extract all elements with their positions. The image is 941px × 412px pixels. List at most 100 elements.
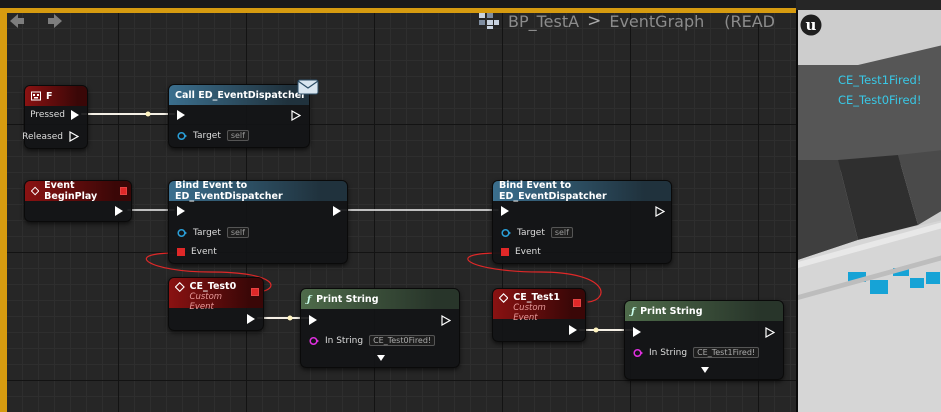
bind2-event-pin[interactable]: Event: [501, 247, 541, 257]
event-diamond-icon: [175, 282, 185, 292]
exec-out-ce1-icon[interactable]: [569, 325, 577, 335]
delegate-pin-icon[interactable]: [501, 248, 509, 256]
begin-play-title: Event BeginPlay: [44, 180, 98, 202]
released-pin[interactable]: Released: [22, 131, 79, 142]
begin-play-node[interactable]: Event BeginPlay: [24, 180, 132, 222]
pressed-label: Pressed: [30, 110, 65, 120]
print-string-2-title: Print String: [640, 305, 703, 317]
in-string-value[interactable]: CE_Test1Fired!: [693, 347, 760, 358]
bind-event-2-header: Bind Event to ED_EventDispatcher: [493, 180, 671, 202]
ce-test1-node[interactable]: CE_Test1 Custom Event: [492, 288, 586, 342]
exec-out-call-icon[interactable]: [291, 110, 301, 121]
key-f-header: F: [25, 86, 87, 106]
arrow-right-icon[interactable]: [46, 12, 64, 30]
ce-test0-subtitle: Custom Event: [189, 292, 223, 312]
graph-top-strip: [0, 0, 796, 8]
exec-out-print2-icon[interactable]: [765, 327, 775, 338]
breadcrumb-blueprint[interactable]: BP_TestA: [508, 12, 579, 31]
breadcrumb-graph[interactable]: EventGraph: [609, 12, 704, 31]
exec-in-bind2-icon[interactable]: [501, 206, 509, 216]
exec-in-bind1-icon[interactable]: [177, 206, 185, 216]
delegate-pin-icon[interactable]: [120, 187, 127, 195]
delegate-pin-icon[interactable]: [177, 248, 185, 256]
event-graph-canvas[interactable]: BP_TestA > EventGraph (READ F Pressed Re…: [0, 0, 796, 412]
exec-out-print1-icon[interactable]: [441, 315, 451, 326]
event-label: Event: [515, 247, 541, 257]
read-only-frame-left: [0, 8, 7, 412]
self-value: self: [226, 227, 249, 238]
print-string-1-title: Print String: [316, 293, 379, 305]
exec-out-released-icon[interactable]: [69, 131, 79, 142]
blueprint-grid-icon: [479, 13, 499, 29]
print-string-node-1[interactable]: ƒ Print String In String CE_Test0Fired!: [300, 288, 460, 368]
exec-in-print1-icon[interactable]: [309, 315, 317, 325]
call-target-pin[interactable]: Target self: [177, 130, 249, 141]
print-string-2-header: ƒ Print String: [625, 301, 783, 321]
unreal-logo-icon: u: [800, 14, 822, 36]
keyboard-icon: [31, 91, 41, 101]
exec-out-bind2-icon[interactable]: [655, 206, 665, 217]
breadcrumb-separator: >: [587, 11, 602, 31]
breadcrumb: BP_TestA > EventGraph (READ: [478, 10, 775, 32]
bind-event-node-1[interactable]: Bind Event to ED_EventDispatcher Target …: [168, 180, 348, 264]
print2-instring-pin[interactable]: In String CE_Test1Fired!: [633, 347, 760, 358]
bind-event-1-title: Bind Event to ED_EventDispatcher: [175, 180, 283, 202]
target-label: Target: [193, 130, 221, 141]
string-pin-icon[interactable]: [633, 348, 643, 358]
bind-event-2-title: Bind Event to ED_EventDispatcher: [499, 180, 607, 202]
call-dispatcher-title: Call ED_EventDispatcher: [175, 89, 306, 101]
print1-instring-pin[interactable]: In String CE_Test0Fired!: [309, 335, 436, 346]
envelope-icon: [297, 79, 319, 95]
delegate-pin-icon[interactable]: [251, 288, 259, 296]
exec-out-bind1-icon[interactable]: [333, 206, 341, 216]
in-string-label: In String: [325, 335, 364, 346]
ce-test0-title: CE_Test0: [189, 281, 237, 292]
delegate-pin-icon[interactable]: [573, 299, 581, 307]
chevron-down-icon[interactable]: [377, 355, 385, 361]
released-label: Released: [22, 131, 63, 142]
exec-in-call-icon[interactable]: [177, 110, 185, 120]
in-string-label: In String: [649, 347, 688, 358]
ce-test1-subtitle: Custom Event: [513, 303, 546, 323]
key-f-node[interactable]: F Pressed Released: [22, 85, 88, 149]
self-value: self: [550, 227, 573, 238]
exec-out-ce0-icon[interactable]: [247, 314, 255, 324]
bind1-event-pin[interactable]: Event: [177, 247, 217, 257]
object-pin-icon[interactable]: [177, 131, 187, 141]
exec-in-print2-icon[interactable]: [633, 327, 641, 337]
event-label: Event: [191, 247, 217, 257]
log-message-1: CE_Test1Fired!: [838, 73, 922, 87]
ce-test0-node[interactable]: CE_Test0 Custom Event: [168, 277, 264, 331]
bind-event-node-2[interactable]: Bind Event to ED_EventDispatcher Target …: [492, 180, 672, 264]
key-f-title: F: [46, 90, 53, 102]
print-string-1-header: ƒ Print String: [301, 289, 459, 309]
exec-out-pressed-icon[interactable]: [71, 110, 79, 120]
self-value: self: [226, 130, 249, 141]
read-only-label: (READ: [724, 11, 775, 31]
viewport-scene: [798, 10, 941, 412]
event-diamond-icon: [499, 293, 509, 303]
svg-text:u: u: [806, 16, 817, 34]
event-diamond-icon: [31, 186, 40, 196]
call-dispatcher-node[interactable]: Call ED_EventDispatcher Target self: [168, 79, 319, 148]
call-dispatcher-header: Call ED_EventDispatcher: [169, 85, 309, 105]
ce-test1-title: CE_Test1: [513, 292, 560, 303]
target-label: Target: [193, 227, 221, 238]
bind2-target-pin[interactable]: Target self: [501, 227, 573, 238]
in-string-value[interactable]: CE_Test0Fired!: [369, 335, 436, 346]
string-pin-icon[interactable]: [309, 336, 319, 346]
function-icon: ƒ: [631, 305, 636, 317]
arrow-left-icon[interactable]: [8, 12, 26, 30]
pressed-pin[interactable]: Pressed: [30, 110, 79, 120]
object-pin-icon[interactable]: [501, 228, 511, 238]
object-pin-icon[interactable]: [177, 228, 187, 238]
bind1-target-pin[interactable]: Target self: [177, 227, 249, 238]
game-viewport[interactable]: u CE_Test1Fired! CE_Test0Fired!: [796, 10, 941, 412]
function-icon: ƒ: [307, 293, 312, 305]
exec-out-beginplay-icon[interactable]: [115, 206, 123, 216]
bind-event-1-header: Bind Event to ED_EventDispatcher: [169, 180, 347, 202]
target-label: Target: [517, 227, 545, 238]
print-string-node-2[interactable]: ƒ Print String In String CE_Test1Fired!: [624, 300, 784, 380]
log-message-2: CE_Test0Fired!: [838, 93, 922, 107]
chevron-down-icon[interactable]: [701, 367, 709, 373]
